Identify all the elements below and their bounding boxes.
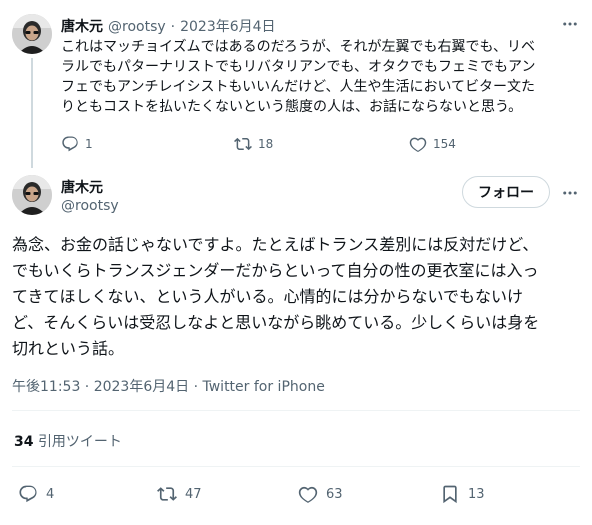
reply-icon — [62, 136, 78, 152]
quote-count: 34 — [14, 434, 34, 450]
bookmark-icon — [443, 485, 457, 504]
like-button[interactable]: 154 — [409, 134, 456, 154]
reply-icon — [19, 485, 37, 503]
thread-connector-line — [31, 58, 33, 168]
heart-icon — [409, 137, 427, 153]
avatar[interactable] — [12, 175, 52, 215]
reply-button[interactable]: 4 — [18, 482, 54, 506]
follow-button[interactable]: フォロー — [462, 176, 550, 208]
bookmark-button[interactable]: 13 — [440, 482, 485, 506]
more-options-icon[interactable] — [560, 183, 580, 203]
author-name[interactable]: 唐木元 — [61, 177, 103, 197]
more-options-icon[interactable] — [560, 14, 580, 34]
avatar[interactable] — [12, 14, 52, 54]
retweet-button[interactable]: 18 — [234, 134, 273, 154]
reply-button[interactable]: 1 — [61, 134, 93, 154]
author-name[interactable]: 唐木元 — [61, 16, 103, 36]
tweet-text: これはマッチョイズムではあるのだろうが、それが左翼でも右翼でも、リベ ラルでもパ… — [61, 39, 536, 115]
author-handle[interactable]: @rootsy — [61, 198, 119, 214]
author-handle[interactable]: @rootsy — [108, 19, 166, 35]
meta-separator: · — [170, 19, 176, 35]
quote-tweets-link[interactable]: 34 引用ツイート — [14, 431, 122, 451]
like-button[interactable]: 63 — [298, 482, 343, 506]
tweet-text: 為念、お金の話じゃないですよ。たとえばトランス差別には反対だけど、 でもいくらト… — [12, 235, 540, 358]
tweet-date[interactable]: 2023年6月4日 — [180, 16, 275, 36]
retweet-icon — [157, 487, 177, 501]
retweet-button[interactable]: 47 — [157, 482, 202, 506]
divider — [12, 410, 580, 411]
retweet-icon — [234, 137, 252, 151]
heart-icon — [298, 486, 318, 503]
quote-label: 引用ツイート — [37, 434, 122, 450]
divider — [12, 466, 580, 467]
tweet-timestamp[interactable]: 午後11:53 · 2023年6月4日 · Twitter for iPhone — [12, 376, 325, 396]
